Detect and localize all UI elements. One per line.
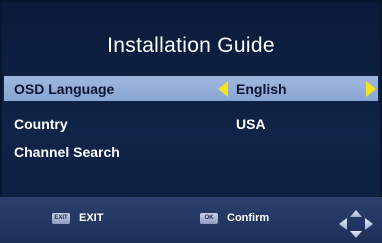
menu-item-osd-language[interactable]: OSD Language English <box>4 76 378 101</box>
menu-item-label: Channel Search <box>14 144 120 160</box>
exit-key-icon: EXIT <box>52 213 70 224</box>
installation-guide-screen: Installation Guide OSD Language English … <box>0 0 382 243</box>
menu-item-country[interactable]: Country USA <box>4 111 378 136</box>
arrow-left-icon[interactable] <box>218 81 228 97</box>
dpad-icon <box>339 210 373 238</box>
country-value: USA <box>236 116 266 132</box>
page-title: Installation Guide <box>107 34 275 57</box>
footer-bar: EXIT EXIT OK Confirm <box>0 197 382 243</box>
menu-item-channel-search[interactable]: Channel Search <box>4 139 378 164</box>
osd-language-value: English <box>236 81 287 97</box>
exit-button[interactable]: EXIT <box>79 212 103 224</box>
confirm-button[interactable]: Confirm <box>227 212 269 224</box>
menu-item-label: OSD Language <box>14 81 115 97</box>
ok-key-icon: OK <box>200 213 218 224</box>
arrow-right-icon[interactable] <box>366 81 376 97</box>
menu-item-label: Country <box>14 116 68 132</box>
